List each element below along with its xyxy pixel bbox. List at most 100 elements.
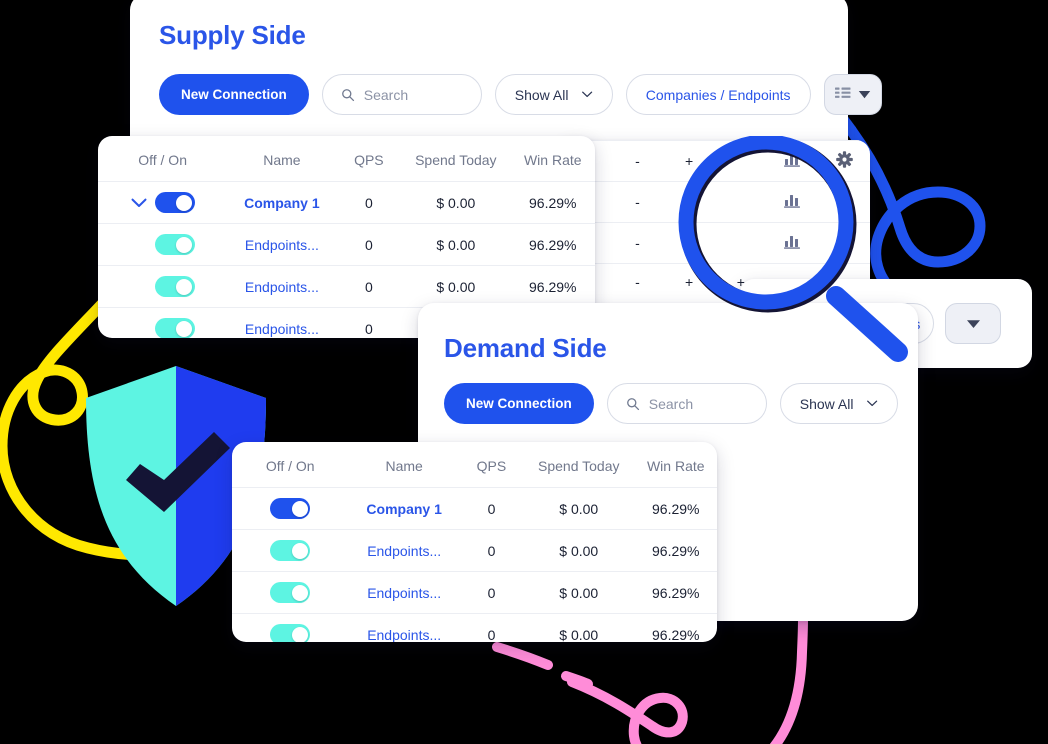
supply-name-cell[interactable]: Endpoints... <box>227 307 337 338</box>
companies-endpoints-caret-button[interactable] <box>945 303 1001 344</box>
demand-spend-cell: $ 0.00 <box>522 613 635 642</box>
supply-spend-cell: $ 0.00 <box>401 265 511 308</box>
supply-action-settings-cell <box>818 140 870 182</box>
supply-name-cell[interactable]: Company 1 <box>227 181 337 224</box>
supply-action-symbol-cell-2[interactable]: + <box>663 263 715 300</box>
triangle-down-icon <box>858 91 870 99</box>
chevron-down-icon <box>867 400 878 407</box>
demand-table-header-row: Off / On Name QPS Spend Today Win Rate <box>232 442 717 488</box>
toggle-knob <box>176 278 193 295</box>
demand-new-connection-button[interactable]: New Connection <box>444 383 594 424</box>
supply-action-settings-cell <box>818 222 870 264</box>
demand-col-1: Name <box>385 458 423 474</box>
toggle-switch-enabled[interactable] <box>154 276 195 297</box>
supply-toggle-cell <box>98 181 228 224</box>
demand-qps-cell: 0 <box>459 529 523 572</box>
toggle-switch-enabled[interactable] <box>154 234 195 255</box>
supply-action-symbol-cell-1[interactable]: - <box>611 181 664 223</box>
supply-view-toggle-button[interactable] <box>823 74 882 115</box>
gear-icon[interactable] <box>835 233 853 250</box>
table-row[interactable]: Endpoints... 0 $ 0.00 96.29% <box>232 571 717 614</box>
supply-new-connection-button[interactable]: New Connection <box>159 74 309 115</box>
toggle-switch-enabled[interactable] <box>270 582 311 603</box>
demand-qps-cell: 0 <box>459 487 523 530</box>
demand-toggle-cell <box>232 487 349 530</box>
bar-chart-icon[interactable] <box>784 234 801 249</box>
toggle-knob <box>291 542 308 559</box>
supply-action-chart-cell <box>766 222 819 264</box>
table-row[interactable]: Endpoints... 0 $ 0.00 96.29% <box>98 265 595 308</box>
table-row[interactable]: +-+ <box>560 222 870 264</box>
demand-spend-cell: $ 0.00 <box>522 571 635 614</box>
supply-action-symbol-cell-2[interactable]: + <box>663 222 715 264</box>
supply-companies-endpoints-button[interactable]: Companies / Endpoints <box>625 74 811 115</box>
supply-action-symbol-cell-1[interactable]: - <box>611 263 664 300</box>
supply-col-1: Name <box>263 152 301 168</box>
supply-companies-endpoints-label: Companies / Endpoints <box>645 86 791 103</box>
supply-spend-cell: $ 0.00 <box>401 181 511 224</box>
gear-icon[interactable] <box>835 192 853 209</box>
supply-action-symbol-cell-1[interactable]: - <box>611 140 664 182</box>
toggle-knob <box>176 320 193 337</box>
supply-action-chart-cell <box>766 181 819 223</box>
table-row[interactable]: Endpoints... 0 $ 0.00 96.29% <box>232 529 717 572</box>
demand-win-rate-cell: 96.29% <box>634 487 717 530</box>
list-grid-icon <box>834 87 851 98</box>
demand-name-cell[interactable]: Company 1 <box>348 487 460 530</box>
demand-spend-cell: $ 0.00 <box>522 487 635 530</box>
demand-qps-cell: 0 <box>459 571 523 614</box>
demand-win-rate-cell: 96.29% <box>634 613 717 642</box>
search-icon <box>626 397 639 410</box>
supply-show-all-dropdown[interactable]: Show All <box>494 74 613 115</box>
demand-col-2: QPS <box>476 458 507 474</box>
bar-chart-icon[interactable] <box>784 152 801 167</box>
bar-chart-icon[interactable] <box>784 193 801 208</box>
toggle-knob <box>291 500 308 517</box>
demand-side-table-card: Off / On Name QPS Spend Today Win Rate Compa… <box>232 442 717 642</box>
supply-action-symbol-cell-2[interactable]: + <box>663 181 715 223</box>
supply-col-4: Win Rate <box>523 152 582 168</box>
toggle-switch-enabled[interactable] <box>270 624 311 642</box>
supply-expander-slot <box>131 198 147 208</box>
supply-actions-table: +-++-++-++-++ <box>560 140 870 300</box>
demand-win-rate-cell: 96.29% <box>634 529 717 572</box>
demand-toggle-cell <box>232 571 349 614</box>
table-row[interactable]: Company 1 0 $ 0.00 96.29% <box>232 487 717 530</box>
toggle-knob <box>176 194 193 211</box>
toggle-switch-on[interactable] <box>154 192 195 213</box>
toggle-switch-enabled[interactable] <box>154 318 195 338</box>
supply-action-symbol-cell-2[interactable]: + <box>663 140 715 182</box>
table-row[interactable]: +-+ <box>560 181 870 223</box>
supply-win-rate-cell: 96.29% <box>510 223 595 266</box>
demand-show-all-dropdown[interactable]: Show All <box>779 383 898 424</box>
supply-action-symbol-cell-3 <box>714 181 767 223</box>
demand-name-cell[interactable]: Endpoints... <box>348 613 460 642</box>
expand-row-chevron-icon[interactable] <box>131 198 147 208</box>
demand-name-cell[interactable]: Endpoints... <box>348 571 460 614</box>
supply-search-input[interactable]: Search <box>321 74 482 115</box>
supply-qps-cell: 0 <box>336 223 402 266</box>
supply-name-cell[interactable]: Endpoints... <box>227 265 337 308</box>
demand-name-cell[interactable]: Endpoints... <box>348 529 460 572</box>
toggle-switch-enabled[interactable] <box>270 540 311 561</box>
supply-win-rate-cell: 96.29% <box>510 265 595 308</box>
supply-win-rate-cell: 96.29% <box>510 181 595 224</box>
demand-toggle-cell <box>232 613 349 642</box>
supply-side-title: Supply Side <box>159 20 306 50</box>
demand-toggle-cell <box>232 529 349 572</box>
demand-show-all-label: Show All <box>799 395 854 412</box>
demand-win-rate-cell: 96.29% <box>634 571 717 614</box>
demand-search-input[interactable]: Search <box>606 383 767 424</box>
demand-side-toolbar: New Connection Search Show All <box>444 383 898 424</box>
supply-action-symbol-cell-1[interactable]: - <box>611 222 664 264</box>
table-row[interactable]: +-+ <box>560 140 870 182</box>
table-row[interactable]: Company 1 0 $ 0.00 96.29% <box>98 181 595 224</box>
gear-icon[interactable] <box>835 151 853 168</box>
supply-name-cell[interactable]: Endpoints... <box>227 223 337 266</box>
table-row[interactable]: Endpoints... 0 $ 0.00 96.29% <box>232 613 717 642</box>
toggle-switch-on[interactable] <box>270 498 311 519</box>
demand-col-0: Off / On <box>265 458 315 474</box>
table-row[interactable]: Endpoints... 0 $ 0.00 96.29% <box>98 223 595 266</box>
supply-search-placeholder: Search <box>363 86 409 103</box>
supply-col-3: Spend Today <box>415 152 497 168</box>
